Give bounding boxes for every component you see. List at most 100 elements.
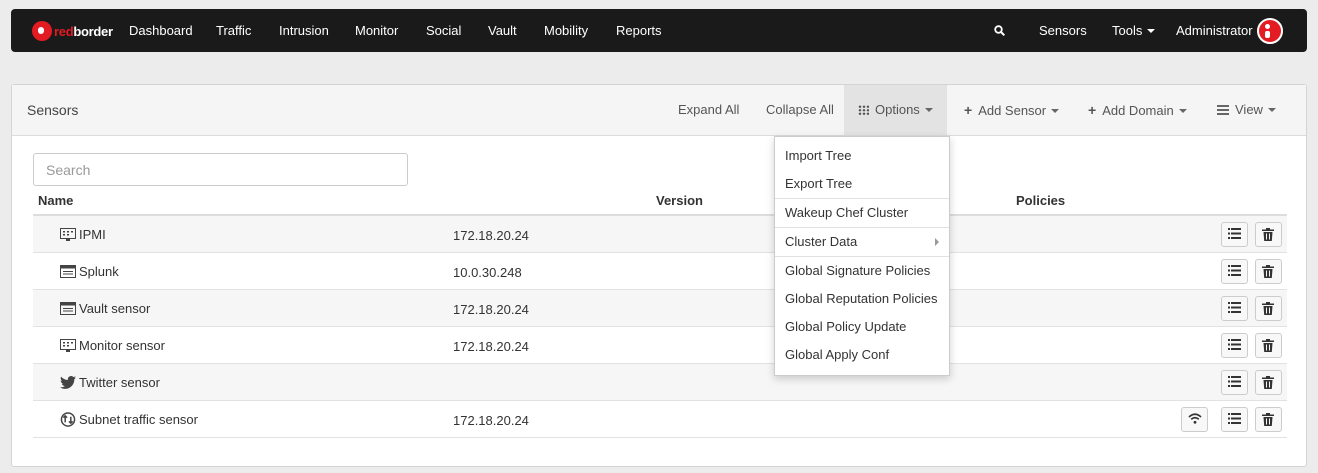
nav-social[interactable]: Social: [426, 9, 461, 52]
caret-down-icon: [1147, 29, 1156, 33]
list-icon: [1228, 302, 1241, 313]
sensor-name[interactable]: IPMI: [79, 227, 106, 242]
expand-all-button[interactable]: Expand All: [678, 85, 739, 135]
server-icon: [60, 302, 76, 315]
options-label: Options: [875, 102, 920, 117]
caret-down-icon: [924, 108, 933, 112]
wifi-icon: [1188, 413, 1202, 424]
menu-divider: [775, 256, 949, 257]
caret-down-icon: [1267, 108, 1276, 112]
nav-tools-dropdown[interactable]: Tools: [1112, 9, 1156, 52]
list-icon: [1228, 265, 1241, 276]
menu-item-global-policy-update[interactable]: Global Policy Update: [775, 316, 949, 338]
table-row[interactable]: IPMI 172.18.20.24: [33, 216, 1287, 253]
collapse-all-button[interactable]: Collapse All: [766, 85, 834, 135]
sensor-ip: 172.18.20.24: [453, 413, 529, 428]
delete-button[interactable]: [1255, 222, 1282, 247]
trash-icon: [1262, 376, 1274, 389]
top-navbar: redborder Dashboard Traffic Intrusion Mo…: [11, 9, 1307, 52]
nav-mobility[interactable]: Mobility: [544, 9, 588, 52]
nav-sensors[interactable]: Sensors: [1039, 9, 1087, 52]
details-button[interactable]: [1221, 370, 1248, 395]
nav-dashboard[interactable]: Dashboard: [129, 9, 193, 52]
sensor-ip: 172.18.20.24: [453, 228, 529, 243]
menu-item-cluster-data-label: Cluster Data: [785, 234, 858, 249]
brand-logo[interactable]: redborder: [32, 21, 113, 41]
delete-button[interactable]: [1255, 370, 1282, 395]
brand-logo-icon: [32, 21, 52, 41]
options-dropdown-menu: Import Tree Export Tree Wakeup Chef Clus…: [774, 136, 950, 376]
sensor-name[interactable]: Monitor sensor: [79, 338, 165, 353]
menu-item-wakeup-chef-cluster[interactable]: Wakeup Chef Cluster: [775, 202, 949, 224]
plus-icon: +: [964, 102, 973, 118]
table-row[interactable]: Subnet traffic sensor 172.18.20.24: [33, 401, 1287, 438]
details-button[interactable]: [1221, 222, 1248, 247]
trash-icon: [1262, 339, 1274, 352]
table-row[interactable]: Twitter sensor: [33, 364, 1287, 401]
sensor-name[interactable]: Subnet traffic sensor: [79, 412, 198, 427]
menu-item-cluster-data[interactable]: Cluster Data: [775, 231, 949, 253]
menu-item-global-apply-conf[interactable]: Global Apply Conf: [775, 344, 949, 366]
delete-button[interactable]: [1255, 296, 1282, 321]
view-dropdown-button[interactable]: View: [1217, 85, 1276, 135]
traffic-icon: [60, 412, 76, 427]
sensor-ip: 172.18.20.24: [453, 339, 529, 354]
sensor-name[interactable]: Splunk: [79, 264, 119, 279]
trash-icon: [1262, 302, 1274, 315]
add-sensor-label: Add Sensor: [978, 103, 1047, 118]
column-header-version: Version: [656, 193, 703, 208]
options-dropdown-button[interactable]: Options: [844, 85, 947, 135]
nav-vault[interactable]: Vault: [488, 9, 517, 52]
menu-divider: [775, 227, 949, 228]
list-icon: [1228, 413, 1241, 424]
nav-reports[interactable]: Reports: [616, 9, 662, 52]
delete-button[interactable]: [1255, 407, 1282, 432]
monitor-icon: [60, 228, 76, 241]
view-label: View: [1235, 102, 1263, 117]
panel-title: Sensors: [27, 102, 79, 118]
sensor-ip: 10.0.30.248: [453, 265, 522, 280]
sensors-panel: Sensors Expand All Collapse All Options …: [11, 84, 1307, 467]
menu-item-global-reputation-policies[interactable]: Global Reputation Policies: [775, 288, 949, 310]
twitter-icon: [60, 376, 76, 389]
nav-intrusion[interactable]: Intrusion: [279, 9, 329, 52]
column-header-name: Name: [38, 193, 74, 208]
caret-down-icon: [1178, 109, 1187, 113]
search-input[interactable]: [33, 153, 408, 186]
list-icon: [1228, 376, 1241, 387]
details-button[interactable]: [1221, 259, 1248, 284]
chevron-right-icon: [935, 238, 939, 246]
nav-user-menu[interactable]: Administrator: [1176, 9, 1253, 52]
menu-item-export-tree[interactable]: Export Tree: [775, 173, 949, 195]
add-sensor-button[interactable]: + Add Sensor: [964, 85, 1060, 135]
add-domain-label: Add Domain: [1102, 103, 1174, 118]
search-icon[interactable]: [994, 25, 1005, 36]
server-icon: [60, 265, 76, 278]
trash-icon: [1262, 265, 1274, 278]
table-row[interactable]: Vault sensor 172.18.20.24: [33, 290, 1287, 327]
user-avatar[interactable]: [1257, 18, 1283, 44]
table-row[interactable]: Splunk 10.0.30.248: [33, 253, 1287, 290]
sensor-name[interactable]: Twitter sensor: [79, 375, 160, 390]
menu-item-global-signature-policies[interactable]: Global Signature Policies: [775, 260, 949, 282]
table-row[interactable]: Monitor sensor 172.18.20.24: [33, 327, 1287, 364]
brand-name: redborder: [54, 23, 113, 39]
list-icon: [1228, 228, 1241, 239]
caret-down-icon: [1051, 109, 1060, 113]
sensor-name[interactable]: Vault sensor: [79, 301, 150, 316]
trash-icon: [1262, 228, 1274, 241]
grid-icon: [858, 105, 869, 115]
sensor-ip: 172.18.20.24: [453, 302, 529, 317]
nav-traffic[interactable]: Traffic: [216, 9, 251, 52]
menu-item-import-tree[interactable]: Import Tree: [775, 145, 949, 167]
wifi-button[interactable]: [1181, 407, 1208, 432]
menu-divider: [775, 198, 949, 199]
panel-header: Sensors Expand All Collapse All Options …: [12, 85, 1306, 136]
nav-monitor[interactable]: Monitor: [355, 9, 398, 52]
details-button[interactable]: [1221, 296, 1248, 321]
details-button[interactable]: [1221, 333, 1248, 358]
delete-button[interactable]: [1255, 333, 1282, 358]
delete-button[interactable]: [1255, 259, 1282, 284]
add-domain-button[interactable]: + Add Domain: [1088, 85, 1187, 135]
details-button[interactable]: [1221, 407, 1248, 432]
